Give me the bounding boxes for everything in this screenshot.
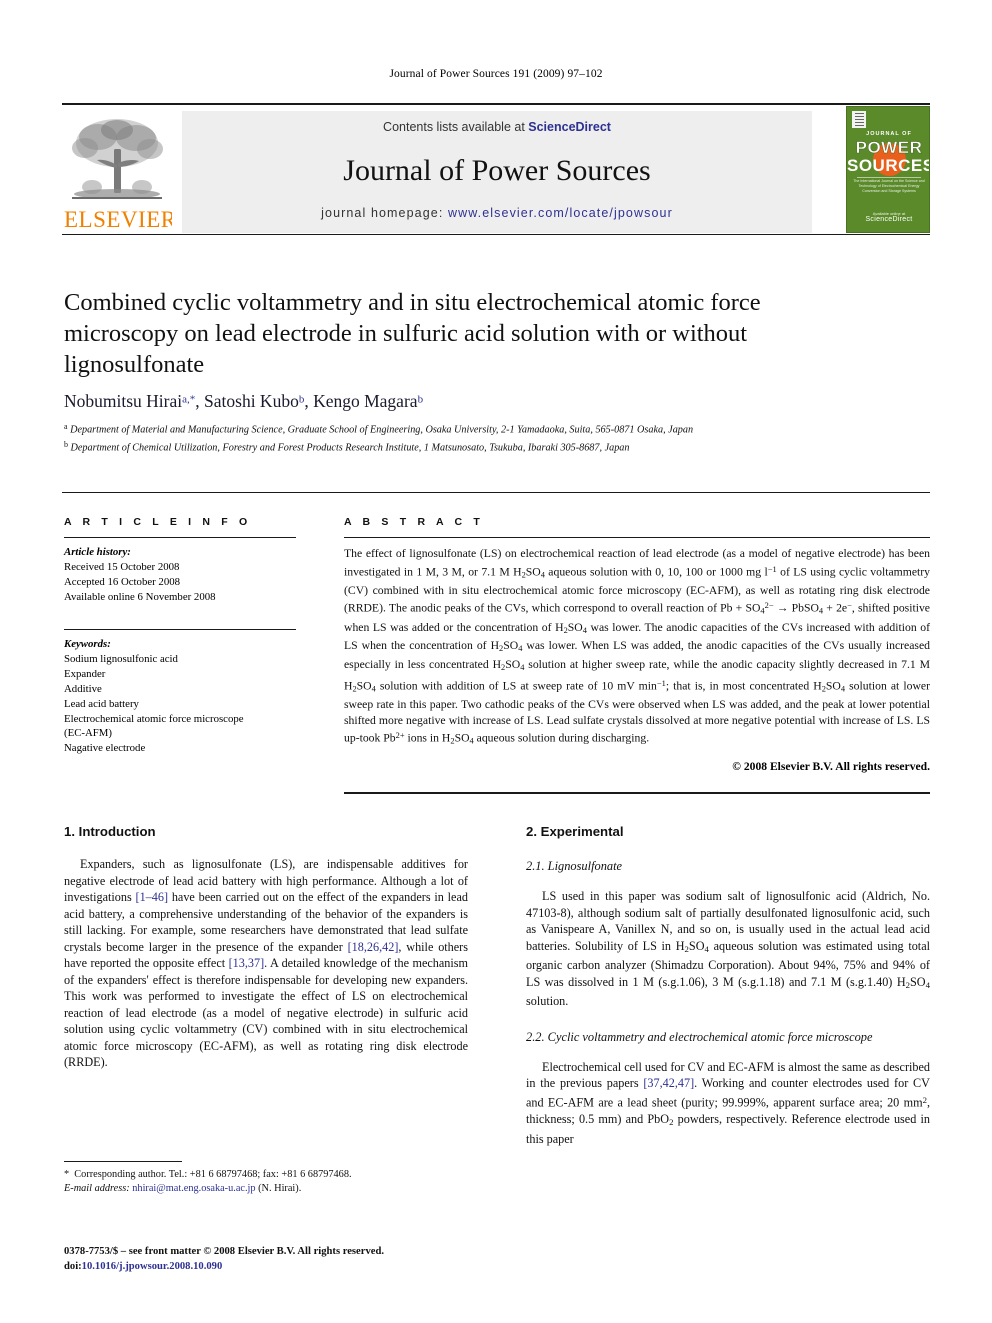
- elsevier-logo: ELSEVIER: [64, 111, 172, 233]
- cover-subtitle: The International Journal on the Science…: [853, 179, 925, 193]
- introduction-paragraph: Expanders, such as lignosulfonate (LS), …: [64, 857, 468, 1069]
- author-list: Nobumitsu Hiraia,*, Satoshi Kubob, Kengo…: [64, 391, 424, 411]
- keyword-item: (EC-AFM): [64, 727, 112, 740]
- elsevier-tree-icon: [72, 119, 163, 199]
- article-history-online: Available online 6 November 2008: [64, 590, 216, 603]
- keyword-item: Nagative electrode: [64, 742, 146, 755]
- masthead-center-panel: Contents lists available at ScienceDirec…: [182, 111, 812, 233]
- affiliations: a Department of Material and Manufacturi…: [64, 420, 864, 455]
- cover-elsevier-mark-icon: [852, 111, 866, 128]
- contents-list-line: Contents lists available at ScienceDirec…: [182, 120, 812, 134]
- journal-cover-thumbnail: JOURNAL OF POWER SOURCES The Internation…: [846, 106, 930, 233]
- cover-journal-of-label: JOURNAL OF: [866, 131, 912, 137]
- elsevier-wordmark: ELSEVIER: [64, 207, 172, 232]
- contents-prefix: Contents lists available at: [383, 120, 529, 134]
- cover-footer-brand: ScienceDirect: [865, 216, 913, 223]
- article-info-spacer: [64, 604, 319, 620]
- affiliation-b: b Department of Chemical Utilization, Fo…: [64, 439, 630, 453]
- homepage-prefix: journal homepage:: [321, 206, 448, 220]
- masthead-bottom-rule: [62, 234, 930, 235]
- body-column-left: 1. Introduction Expanders, such as ligno…: [64, 824, 468, 1081]
- body-column-right: 2. Experimental 2.1. Lignosulfonate LS u…: [526, 824, 930, 1157]
- article-info-rule: [64, 537, 296, 538]
- journal-title: Journal of Power Sources: [343, 154, 651, 187]
- abstract-bottom-rule: [344, 792, 930, 794]
- article-info-block: A R T I C L E I N F O Article history: R…: [64, 516, 319, 756]
- affiliation-a-text: Department of Material and Manufacturing…: [70, 424, 694, 436]
- section-heading-experimental: 2. Experimental: [526, 824, 624, 839]
- keyword-item: Expander: [64, 668, 106, 681]
- subsection-heading-cv-ecafm: 2.2. Cyclic voltammetry and electrochemi…: [526, 1029, 873, 1044]
- abstract-rule: [344, 537, 930, 538]
- email-label: E-mail address:: [64, 1183, 130, 1195]
- page-footer: 0378-7753/$ – see front matter © 2008 El…: [64, 1245, 524, 1274]
- article-title: Combined cyclic voltammetry and in situ …: [64, 289, 761, 378]
- cover-divider: [857, 177, 921, 178]
- cover-sources-word: SOURCES: [847, 156, 930, 175]
- abstract-heading: A B S T R A C T: [344, 516, 484, 528]
- article-history-received: Received 15 October 2008: [64, 561, 180, 573]
- homepage-url-link[interactable]: www.elsevier.com/locate/jpowsour: [448, 206, 673, 220]
- keyword-item: Additive: [64, 682, 102, 695]
- doi-value[interactable]: 10.1016/j.jpowsour.2008.10.090: [82, 1261, 223, 1272]
- subsection-heading-lignosulfonate: 2.1. Lignosulfonate: [526, 859, 623, 873]
- running-head: Journal of Power Sources 191 (2009) 97–1…: [389, 68, 603, 80]
- article-page: Journal of Power Sources 191 (2009) 97–1…: [0, 0, 992, 1323]
- abstract-block: A B S T R A C T The effect of lignosulfo…: [344, 516, 930, 773]
- article-info-heading: A R T I C L E I N F O: [64, 516, 252, 528]
- abstract-text: The effect of lignosulfonate (LS) on ele…: [344, 547, 931, 746]
- affiliation-a: a Department of Material and Manufacturi…: [64, 422, 694, 436]
- email-link[interactable]: nhirai@mat.eng.osaka-u.ac.jp: [132, 1183, 255, 1194]
- journal-masthead: ELSEVIER Contents lists available at Sci…: [62, 103, 930, 236]
- sciencedirect-link[interactable]: ScienceDirect: [528, 120, 611, 134]
- article-history-label: Article history:: [64, 546, 131, 558]
- email-line: E-mail address: nhirai@mat.eng.osaka-u.a…: [64, 1182, 484, 1196]
- cv-ecafm-paragraph: Electrochemical cell used for CV and EC-…: [526, 1059, 930, 1146]
- affiliation-b-text: Department of Chemical Utilization, Fore…: [70, 441, 630, 453]
- footnote-rule: [64, 1161, 182, 1162]
- cover-footer: Available online at ScienceDirect: [847, 211, 929, 223]
- section-heading-introduction: 1. Introduction: [64, 824, 156, 839]
- header-divider-rule: [62, 492, 930, 493]
- abstract-copyright: © 2008 Elsevier B.V. All rights reserved…: [732, 760, 930, 774]
- keywords-rule: [64, 629, 296, 631]
- keywords-label: Keywords:: [64, 638, 111, 651]
- keyword-item: Lead acid battery: [64, 697, 139, 710]
- journal-homepage-line: journal homepage: www.elsevier.com/locat…: [182, 206, 812, 220]
- issn-copyright-line: 0378-7753/$ – see front matter © 2008 El…: [64, 1246, 384, 1257]
- keyword-item: Electrochemical atomic force microscope: [64, 712, 244, 725]
- doi-prefix: doi:: [64, 1260, 82, 1272]
- corresponding-author-line: * Corresponding author. Tel.: +81 6 6879…: [64, 1169, 352, 1180]
- masthead-top-rule: [62, 103, 930, 105]
- doi-line: doi:10.1016/j.jpowsour.2008.10.090: [64, 1260, 524, 1275]
- email-suffix: (N. Hirai).: [258, 1183, 302, 1195]
- article-history-accepted: Accepted 16 October 2008: [64, 575, 181, 588]
- corresponding-author-footnote: * Corresponding author. Tel.: +81 6 6879…: [64, 1168, 484, 1197]
- lignosulfonate-paragraph: LS used in this paper was sodium salt of…: [526, 889, 930, 1009]
- keyword-item: Sodium lignosulfonic acid: [64, 653, 178, 666]
- cover-power-word: POWER: [855, 138, 923, 157]
